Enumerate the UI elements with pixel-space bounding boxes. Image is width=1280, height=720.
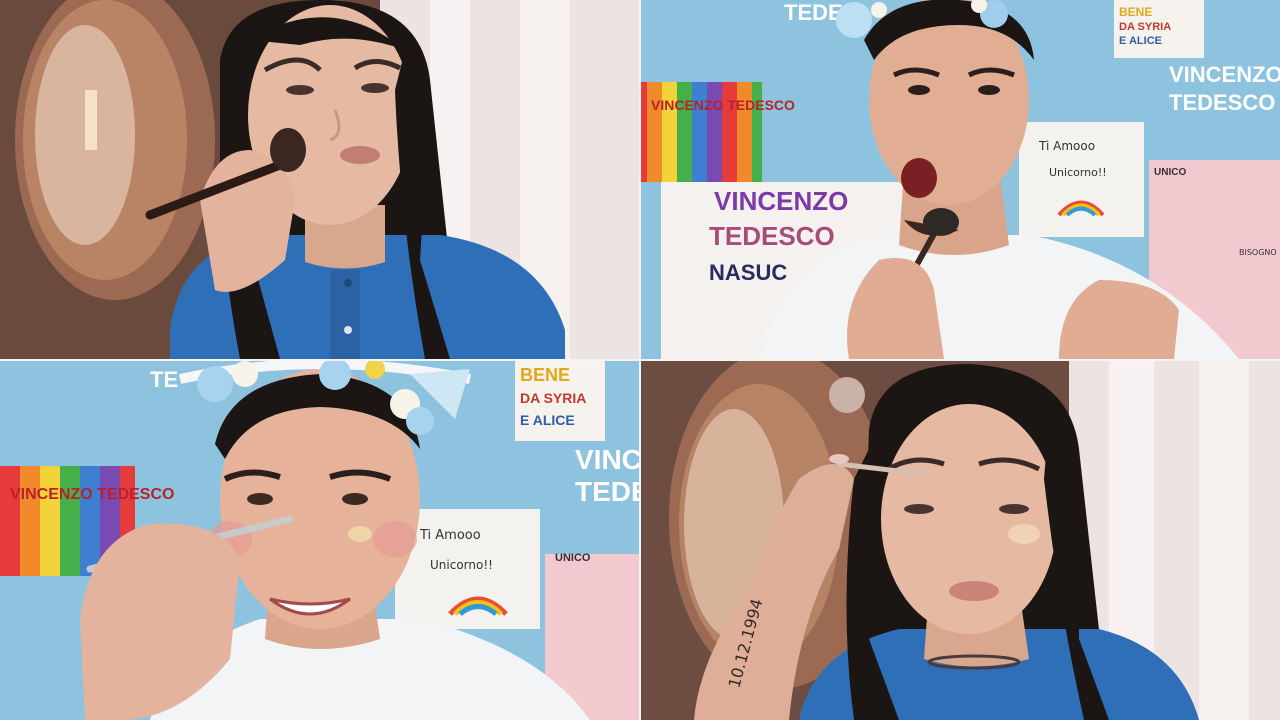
bene-line-1: BENE bbox=[520, 365, 570, 385]
corner-name-2: TEDESCO bbox=[1169, 90, 1275, 115]
flag-text: VINCENZO TEDESCO bbox=[651, 97, 795, 113]
unico-label: UNICO bbox=[1154, 167, 1186, 178]
bene-line-2: DA SYRIA bbox=[520, 390, 586, 406]
note-text: Ti Amooo bbox=[419, 528, 481, 543]
note-text: Ti Amooo bbox=[1038, 139, 1095, 153]
flag-text: VINCENZO TEDESCO bbox=[10, 486, 174, 503]
note-text-2: Unicorno!! bbox=[1049, 166, 1107, 179]
bene-line-1: BENE bbox=[1119, 5, 1152, 19]
bene-line-3: E ALICE bbox=[1119, 35, 1162, 47]
scene-man-brush: VINCENZO TEDESCO VINCENZO TEDESCO NASUC … bbox=[639, 0, 1280, 359]
vince-line-1: VINCE bbox=[575, 444, 639, 475]
corner-name-1: VINCENZO bbox=[1169, 62, 1280, 87]
top-partial-text: TEDE bbox=[784, 0, 843, 25]
pink-note: BISOGNO bbox=[1239, 248, 1277, 257]
video-collage: VINCENZO TEDESCO VINCENZO TEDESCO NASUC … bbox=[0, 0, 1280, 720]
note-text-2: Unicorno!! bbox=[430, 558, 493, 572]
top-partial-text: TE bbox=[150, 367, 178, 392]
vertical-word: NASUC bbox=[709, 260, 787, 285]
vince-line-2: TEDE bbox=[575, 476, 639, 507]
unico-label: UNICO bbox=[555, 552, 591, 564]
poster-line-2: TEDESCO bbox=[709, 221, 835, 251]
tile-bottom-right: 10.12.1994 bbox=[639, 359, 1280, 720]
scene-man-concealer: VINCENZO TEDESCO TE BENE DA SYRIA E ALIC… bbox=[0, 359, 639, 720]
tile-top-left bbox=[0, 0, 639, 359]
scene-woman-concealer: 10.12.1994 bbox=[639, 359, 1280, 720]
scene-woman-blush bbox=[0, 0, 639, 359]
bene-line-3: E ALICE bbox=[520, 412, 575, 428]
tile-bottom-left: VINCENZO TEDESCO TE BENE DA SYRIA E ALIC… bbox=[0, 359, 639, 720]
collage-divider-horizontal bbox=[0, 359, 1280, 361]
tile-top-right: VINCENZO TEDESCO VINCENZO TEDESCO NASUC … bbox=[639, 0, 1280, 359]
poster-line-1: VINCENZO bbox=[714, 186, 848, 216]
bene-line-2: DA SYRIA bbox=[1119, 21, 1171, 33]
